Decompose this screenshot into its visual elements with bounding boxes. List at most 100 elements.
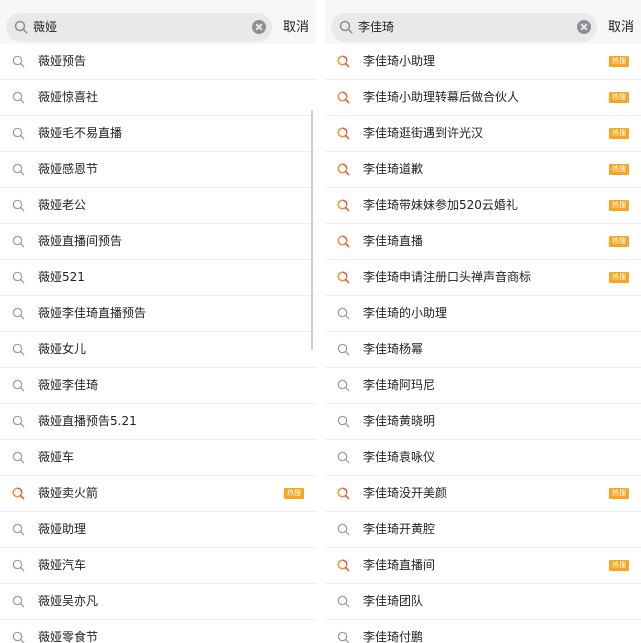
suggestion-item[interactable]: 薇娅女儿 bbox=[0, 332, 316, 368]
suggestion-label: 薇娅零食节 bbox=[38, 630, 99, 643]
suggestion-label: 薇娅助理 bbox=[38, 522, 87, 536]
suggestion-label: 薇娅汽车 bbox=[38, 558, 87, 572]
suggestion-label: 李佳琦带妹妹参加520云婚礼 bbox=[363, 198, 518, 212]
suggestion-label: 李佳琦直播间 bbox=[363, 558, 436, 572]
suggestion-item[interactable]: 李佳琦袁咏仪 bbox=[325, 440, 641, 476]
hot-badge: 热搜 bbox=[609, 488, 629, 499]
search-icon bbox=[12, 235, 25, 248]
search-query-text: 薇娅 bbox=[33, 20, 58, 34]
search-bar: 李佳琦 取消 bbox=[325, 0, 641, 45]
suggestion-item[interactable]: 薇娅直播预告5.21 bbox=[0, 404, 316, 440]
suggestion-item[interactable]: 李佳琦付鹏 bbox=[325, 620, 641, 643]
suggestion-label: 李佳琦道歉 bbox=[363, 162, 424, 176]
search-icon bbox=[337, 379, 350, 392]
search-icon bbox=[337, 523, 350, 536]
search-input[interactable]: 薇娅 bbox=[6, 13, 272, 42]
suggestion-label: 薇娅车 bbox=[38, 450, 75, 464]
search-icon bbox=[337, 343, 350, 356]
hot-badge: 热搜 bbox=[609, 56, 629, 67]
suggestion-item[interactable]: 李佳琦开黄腔 bbox=[325, 512, 641, 548]
suggestion-item[interactable]: 李佳琦小助理转幕后做合伙人 热搜 bbox=[325, 80, 641, 116]
hot-search-icon bbox=[337, 271, 350, 284]
suggestion-label: 薇娅李佳琦 bbox=[38, 378, 99, 392]
suggestion-label: 薇娅惊喜社 bbox=[38, 90, 99, 104]
hot-badge: 热搜 bbox=[609, 92, 629, 103]
suggestion-item[interactable]: 李佳琦阿玛尼 bbox=[325, 368, 641, 404]
suggestion-item[interactable]: 薇娅吴亦凡 bbox=[0, 584, 316, 620]
suggestion-item[interactable]: 李佳琦没开美颜 热搜 bbox=[325, 476, 641, 512]
suggestion-item[interactable]: 薇娅直播间预告 bbox=[0, 224, 316, 260]
suggestion-list: 薇娅预告薇娅惊喜社薇娅毛不易直播 薇娅感恩节 薇娅老公薇娅直播间预告薇娅521 薇娅李… bbox=[0, 44, 316, 643]
suggestion-label: 李佳琦袁咏仪 bbox=[363, 450, 436, 464]
left-search-panel: 薇娅 取消 薇娅预告 薇娅惊喜社 薇娅毛不易直播 薇娅感恩节 薇娅老公 薇娅直播间预告 薇娅… bbox=[0, 0, 316, 643]
suggestion-label: 李佳琦的小助理 bbox=[363, 306, 448, 320]
suggestion-label: 李佳琦直播 bbox=[363, 234, 424, 248]
search-icon bbox=[12, 307, 25, 320]
suggestion-label: 李佳琦阿玛尼 bbox=[363, 378, 436, 392]
right-search-panel: 李佳琦 取消 李佳琦小助理 热搜 李佳琦小助理转幕后做合伙人 热搜 李佳琦逛街遇到许光汉… bbox=[325, 0, 641, 643]
search-icon bbox=[12, 91, 25, 104]
suggestion-item[interactable]: 李佳琦小助理 热搜 bbox=[325, 44, 641, 80]
suggestion-label: 李佳琦申请注册口头禅声音商标 bbox=[363, 270, 532, 284]
clear-icon[interactable] bbox=[252, 20, 266, 34]
suggestion-item[interactable]: 李佳琦逛街遇到许光汉 热搜 bbox=[325, 116, 641, 152]
suggestion-item[interactable]: 李佳琦带妹妹参加520云婚礼 热搜 bbox=[325, 188, 641, 224]
clear-icon[interactable] bbox=[577, 20, 591, 34]
hot-search-icon bbox=[337, 163, 350, 176]
suggestion-label: 李佳琦逛街遇到许光汉 bbox=[363, 126, 484, 140]
suggestion-item[interactable]: 薇娅毛不易直播 bbox=[0, 116, 316, 152]
search-icon bbox=[337, 307, 350, 320]
suggestion-item[interactable]: 李佳琦申请注册口头禅声音商标 热搜 bbox=[325, 260, 641, 296]
hot-search-icon bbox=[337, 559, 350, 572]
suggestion-label: 李佳琦小助理转幕后做合伙人 bbox=[363, 90, 520, 104]
suggestion-item[interactable]: 李佳琦杨幂 bbox=[325, 332, 641, 368]
suggestion-label: 薇娅预告 bbox=[38, 54, 87, 68]
cancel-button[interactable]: 取消 bbox=[283, 13, 309, 42]
hot-badge: 热搜 bbox=[609, 560, 629, 571]
suggestion-item[interactable]: 李佳琦直播 热搜 bbox=[325, 224, 641, 260]
hot-search-icon bbox=[337, 199, 350, 212]
hot-badge: 热搜 bbox=[609, 128, 629, 139]
suggestion-item[interactable]: 薇娅预告 bbox=[0, 44, 316, 80]
hot-badge: 热搜 bbox=[609, 272, 629, 283]
suggestion-label: 薇娅女儿 bbox=[38, 342, 87, 356]
search-input[interactable]: 李佳琦 bbox=[331, 13, 597, 42]
suggestion-item[interactable]: 李佳琦直播间 热搜 bbox=[325, 548, 641, 584]
suggestion-item[interactable]: 李佳琦的小助理 bbox=[325, 296, 641, 332]
search-icon bbox=[12, 343, 25, 356]
suggestion-label: 李佳琦付鹏 bbox=[363, 630, 424, 643]
search-icon bbox=[12, 631, 25, 643]
suggestion-item[interactable]: 薇娅李佳琦直播预告 bbox=[0, 296, 316, 332]
suggestion-item[interactable]: 薇娅汽车 bbox=[0, 548, 316, 584]
hot-search-icon bbox=[337, 55, 350, 68]
scrollbar[interactable] bbox=[311, 110, 313, 350]
hot-badge: 热搜 bbox=[609, 164, 629, 175]
search-icon bbox=[12, 451, 25, 464]
suggestion-item[interactable]: 薇娅卖火箭 热搜 bbox=[0, 476, 316, 512]
suggestion-item[interactable]: 李佳琦团队 bbox=[325, 584, 641, 620]
search-query-text: 李佳琦 bbox=[358, 20, 395, 34]
hot-search-icon bbox=[12, 487, 25, 500]
suggestion-item[interactable]: 薇娅李佳琦 bbox=[0, 368, 316, 404]
hot-search-icon bbox=[337, 127, 350, 140]
hot-badge: 热搜 bbox=[284, 488, 304, 499]
panel-divider bbox=[316, 0, 325, 643]
suggestion-item[interactable]: 李佳琦道歉 热搜 bbox=[325, 152, 641, 188]
suggestion-item[interactable]: 薇娅521 bbox=[0, 260, 316, 296]
suggestion-item[interactable]: 薇娅感恩节 bbox=[0, 152, 316, 188]
suggestion-item[interactable]: 薇娅零食节 bbox=[0, 620, 316, 643]
suggestion-item[interactable]: 李佳琦黄晓明 bbox=[325, 404, 641, 440]
suggestion-label: 李佳琦团队 bbox=[363, 594, 424, 608]
search-icon bbox=[337, 595, 350, 608]
hot-badge: 热搜 bbox=[609, 200, 629, 211]
cancel-button[interactable]: 取消 bbox=[608, 13, 634, 42]
suggestion-item[interactable]: 薇娅老公 bbox=[0, 188, 316, 224]
suggestion-label: 薇娅直播间预告 bbox=[38, 234, 123, 248]
search-icon bbox=[14, 20, 28, 34]
suggestion-label: 薇娅李佳琦直播预告 bbox=[38, 306, 147, 320]
suggestion-item[interactable]: 薇娅车 bbox=[0, 440, 316, 476]
suggestion-label: 薇娅吴亦凡 bbox=[38, 594, 99, 608]
suggestion-item[interactable]: 薇娅惊喜社 bbox=[0, 80, 316, 116]
search-icon bbox=[12, 595, 25, 608]
suggestion-item[interactable]: 薇娅助理 bbox=[0, 512, 316, 548]
